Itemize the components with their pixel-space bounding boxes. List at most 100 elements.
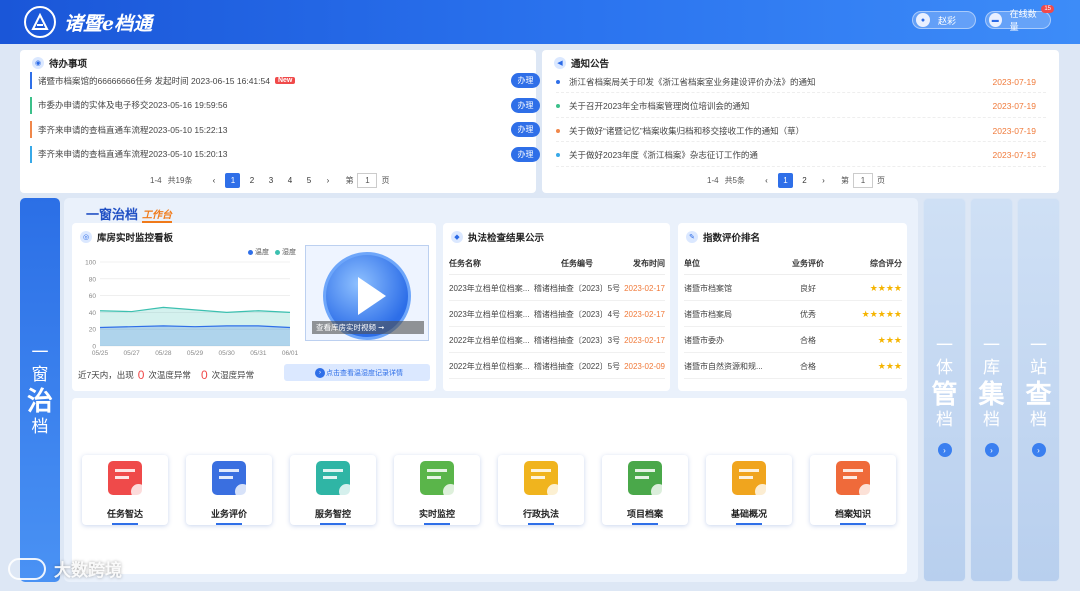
module-tile[interactable]: 实时监控 (394, 455, 480, 525)
x-tick-label: 05/27 (124, 350, 141, 357)
arrow-right-icon[interactable]: › (937, 443, 952, 457)
unit-cell: 诸暨市档案局 (684, 310, 732, 319)
module-tile[interactable]: 项目档案 (602, 455, 688, 525)
ranking-title-text: 指数评价排名 (703, 233, 761, 244)
todo-item[interactable]: 市委办申请的实体及电子移交2023-05-16 19:59:56 (30, 96, 500, 114)
panel-char: 档 (31, 417, 49, 436)
notice-pagination: 1-4 共5条 ‹ 1 2 › 第 1 页 (704, 173, 885, 188)
arrow-right-icon: › (315, 367, 325, 378)
table-row[interactable]: 诸暨市档案局 优秀 ★★★★★ (684, 303, 902, 327)
one-window-panel[interactable]: 一 窗 治 档 (20, 198, 60, 582)
temp-humidity-chart: 02040608010005/25 05/27 05/28 05/29 05/30 05/… (85, 260, 298, 358)
task-name-cell: 2022年立档单位档案... (449, 336, 530, 345)
notice-item-date: 2023-07-19 (992, 76, 1036, 87)
handle-button[interactable]: 办理 (511, 97, 540, 113)
bullet-dot-icon (556, 79, 560, 84)
panel-char: 一 (31, 343, 49, 362)
module-label: 项目档案 (626, 509, 663, 519)
handle-button[interactable]: 办理 (511, 146, 540, 162)
panel-char: 集 (978, 379, 1005, 409)
table-row[interactable]: 诸暨市委办 合格 ★★★ (684, 329, 902, 353)
page-number[interactable]: 2 (244, 173, 259, 188)
side-panel-chars: 一体管档 (931, 335, 957, 431)
series-area (100, 325, 290, 346)
module-tile[interactable]: 服务智控 (290, 455, 376, 525)
task-name-cell: 2023年立档单位档案... (449, 284, 530, 293)
record-detail-text: 点击查看温湿度记录详情 (326, 369, 403, 377)
page-number[interactable]: 2 (797, 173, 812, 188)
inspection-icon: ◆ (451, 231, 463, 243)
module-tile[interactable]: 档案知识 (810, 455, 896, 525)
arrow-right-icon[interactable]: › (984, 443, 999, 457)
notice-item[interactable]: 关于召开2023年全市档案管理岗位培训会的通知 2023-07-19 (556, 96, 1046, 118)
page-number[interactable]: 5 (301, 173, 316, 188)
table-row[interactable]: 诸暨市档案馆 良好 ★★★★ (684, 277, 902, 301)
todo-card: ◉ 待办事项 诸暨市档案馆的66666666任务 发起时间 2023-06-15… (20, 50, 540, 193)
page-number[interactable]: 4 (282, 173, 297, 188)
pager-total: 共5条 (724, 176, 746, 185)
todo-item[interactable]: 诸暨市档案馆的66666666任务 发起时间 2023-06-15 16:41:… (30, 72, 500, 89)
online-label: 在线数量 (1009, 9, 1037, 32)
todo-bell-icon: ◉ (32, 57, 44, 69)
module-tile[interactable]: 任务智达 (82, 455, 168, 525)
online-count-badge: 15 (1041, 5, 1054, 13)
user-button[interactable]: ● 赵彩 (912, 11, 976, 29)
table-row[interactable]: 诸暨市自然资源和规... 合格 ★★★ (684, 355, 902, 379)
arrow-right-icon[interactable]: › (1031, 443, 1046, 457)
user-icon: ● (916, 13, 930, 27)
online-count-button[interactable]: ▬ 在线数量 15 (985, 5, 1054, 32)
handle-button[interactable]: 办理 (511, 122, 540, 137)
panel-char: 档 (935, 410, 953, 429)
video-preview[interactable]: 查看库房实时视频 ➞ (305, 245, 429, 341)
monitor-pulse-icon (316, 461, 354, 499)
todo-item-text: 李齐来申请的查档直通车流程2023-05-10 15:22:13 (38, 124, 228, 135)
pager-range: 1-4 (150, 176, 162, 185)
notice-item[interactable]: 关于做好“诸暨记忆”档案收集归档和移交接收工作的通知（草） 2023-07-19 (556, 120, 1046, 142)
notice-item[interactable]: 浙江省档案局关于印发《浙江省档案室业务建设评价办法》的通知 2023-07-19 (556, 71, 1046, 93)
inspection-title-text: 执法检查结果公示 (468, 233, 545, 244)
module-tile[interactable]: 行政执法 (498, 455, 584, 525)
star-rating: ★★★ (877, 361, 902, 371)
table-row[interactable]: 2022年立档单位档案... 稽诸档抽查〔2022〕5号 2023-02-09 (449, 355, 665, 379)
prev-page-icon[interactable]: ‹ (206, 173, 221, 188)
humid-abnormal-count: 0 (200, 368, 208, 382)
side-entry-panel[interactable]: 一站查档 › (1017, 198, 1060, 582)
page-number[interactable]: 1 (778, 173, 794, 188)
next-page-icon[interactable]: › (320, 173, 335, 188)
side-entry-panel[interactable]: 一库集档 › (970, 198, 1013, 582)
grade-cell: 良好 (800, 284, 816, 293)
goto-page-input[interactable]: 1 (357, 173, 378, 188)
prev-page-icon[interactable]: ‹ (759, 173, 774, 188)
task-number-cell: 稽诸档抽查〔2022〕5号 (533, 362, 621, 371)
module-tile[interactable]: 业务评价 (186, 455, 272, 525)
camera-icon (420, 461, 458, 499)
goto-page-input[interactable]: 1 (853, 173, 874, 188)
notice-item-date: 2023-07-19 (992, 101, 1036, 111)
monitor-icon: ◎ (80, 231, 92, 243)
panel-char: 窗 (31, 365, 49, 384)
table-row[interactable]: 2022年立档单位档案... 稽诸档抽查〔2023〕3号 2023-02-17 (449, 329, 665, 353)
banner-title: 一窗治档 (86, 207, 139, 222)
handle-button[interactable]: 办理 (511, 73, 540, 88)
table-row[interactable]: 2023年立档单位档案... 稽诸档抽查〔2023〕5号 2023-02-17 (449, 277, 665, 301)
abnormal-stats: 近7天内，出现 0 次温度异常 0 次湿度异常 (78, 368, 254, 382)
side-panel-chars: 一库集档 (978, 335, 1004, 431)
col-unit: 单位 (684, 259, 700, 268)
next-page-icon[interactable]: › (816, 173, 831, 188)
page-number[interactable]: 3 (263, 173, 278, 188)
x-tick-label: 05/30 (219, 350, 236, 357)
module-underline (840, 523, 866, 525)
temp-abnormal-label: 次温度异常 (148, 370, 191, 380)
notice-item[interactable]: 关于做好2023年度《浙江档案》杂志征订工作的通 2023-07-19 (556, 145, 1046, 167)
todo-item[interactable]: 李齐来申请的查档直通车流程2023-05-10 15:20:13 (30, 145, 500, 163)
todo-item[interactable]: 李齐来申请的查档直通车流程2023-05-10 15:22:13 (30, 121, 500, 138)
star-rating: ★★★ (877, 335, 902, 345)
table-row[interactable]: 2023年立档单位档案... 稽诸档抽查〔2023〕4号 2023-02-17 (449, 303, 665, 327)
module-tile[interactable]: 基础概况 (706, 455, 792, 525)
inspection-table-header: 任务名称 任务编号 发布时间 (449, 253, 665, 275)
record-detail-link[interactable]: › 点击查看温湿度记录详情 (284, 364, 430, 381)
side-entry-panel[interactable]: 一体管档 › (923, 198, 966, 582)
page-number[interactable]: 1 (225, 173, 241, 188)
col-publish-date: 发布时间 (633, 259, 665, 268)
col-task-number: 任务编号 (561, 259, 593, 268)
